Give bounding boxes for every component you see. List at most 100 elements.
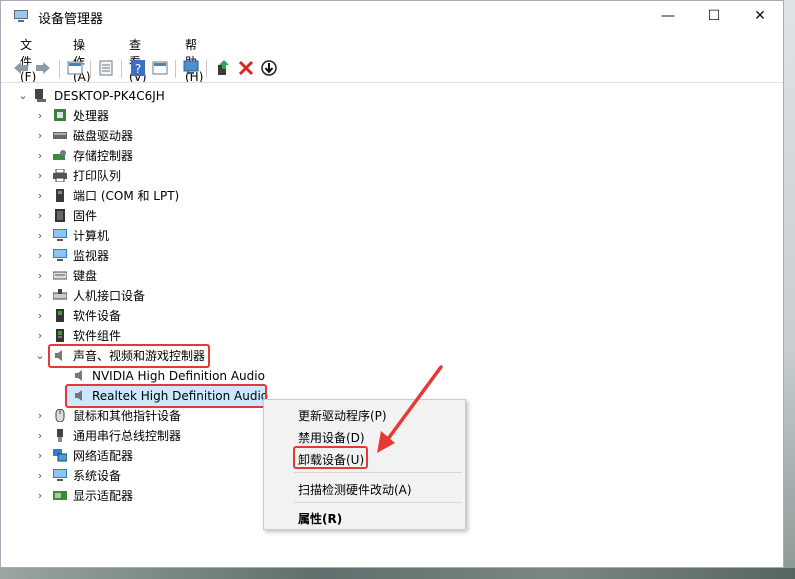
tree-item-label: 通用串行总线控制器 (73, 429, 182, 443)
storage-icon (53, 150, 66, 160)
desktop-background (784, 0, 795, 579)
close-button[interactable]: ✕ (737, 1, 783, 32)
tree-item[interactable]: › 存储控制器 (1, 146, 783, 166)
tree-item-label: 软件设备 (73, 309, 122, 323)
speaker-icon (75, 370, 82, 381)
tree-item[interactable]: › 打印队列 (1, 166, 783, 186)
menu-separator (294, 502, 462, 503)
update-driver-icon[interactable] (214, 59, 232, 77)
tree-item[interactable]: › 计算机 (1, 226, 783, 246)
toolbar: ? (1, 56, 783, 83)
highlight-box-audio-category (48, 344, 210, 368)
chevron-right-icon[interactable]: › (35, 266, 45, 286)
chevron-right-icon[interactable]: › (35, 186, 45, 206)
tree-child-label: NVIDIA High Definition Audio (92, 369, 265, 383)
highlight-box-uninstall (293, 446, 368, 469)
tree-item-label: 固件 (73, 209, 98, 223)
tree-item-label: 网络适配器 (73, 449, 134, 463)
firmware-icon (55, 209, 65, 222)
keyboard-icon (53, 271, 67, 280)
maximize-button[interactable]: ☐ (691, 1, 737, 32)
chevron-right-icon[interactable]: › (35, 286, 45, 306)
software-device-icon (56, 309, 64, 322)
computer-icon (35, 89, 46, 102)
menu-disable-device[interactable]: 禁用设备(D) (298, 429, 365, 446)
tree-item[interactable]: › 监视器 (1, 246, 783, 266)
device-manager-window: 设备管理器 — ☐ ✕ 文件(F) 操作(A) 查看(V) 帮助(H) ? ⌄ … (0, 0, 784, 568)
tree-item-label: 鼠标和其他指针设备 (73, 409, 182, 423)
tree-item[interactable]: › 软件设备 (1, 306, 783, 326)
menu-scan-hardware[interactable]: 扫描检测硬件改动(A) (298, 481, 412, 498)
chevron-right-icon[interactable]: › (35, 226, 45, 246)
system-icon (53, 469, 67, 481)
chevron-right-icon[interactable]: › (35, 106, 45, 126)
tree-item[interactable]: › 端口 (COM 和 LPT) (1, 186, 783, 206)
tree-item[interactable]: › 软件组件 (1, 326, 783, 346)
forward-icon[interactable] (34, 59, 52, 77)
highlight-box-realtek (65, 384, 267, 408)
chevron-right-icon[interactable]: › (35, 426, 45, 446)
computer-icon (53, 229, 67, 241)
chevron-right-icon[interactable]: › (35, 486, 45, 506)
chevron-right-icon[interactable]: › (35, 166, 45, 186)
title-bar: 设备管理器 — ☐ ✕ (1, 1, 783, 32)
chevron-right-icon[interactable]: › (35, 246, 45, 266)
minimize-button[interactable]: — (645, 1, 691, 32)
tree-item-label: 处理器 (73, 109, 110, 123)
cpu-icon (54, 109, 66, 121)
properties-icon[interactable] (66, 59, 84, 77)
chevron-right-icon[interactable]: › (35, 446, 45, 466)
tree-item[interactable]: › 固件 (1, 206, 783, 226)
chevron-right-icon[interactable]: › (35, 466, 45, 486)
chevron-right-icon[interactable]: › (35, 126, 45, 146)
port-icon (56, 189, 64, 202)
tree-item-label: 人机接口设备 (73, 289, 146, 303)
tree-item[interactable]: › 系统设备 (1, 466, 261, 486)
disk-icon (53, 132, 67, 139)
device-list-icon[interactable] (97, 59, 115, 77)
help-icon[interactable]: ? (129, 59, 147, 77)
back-icon[interactable] (12, 59, 30, 77)
desktop-background-strip (0, 568, 795, 579)
usb-icon (57, 429, 63, 442)
tree-item-label: 显示适配器 (73, 489, 134, 503)
tree-root[interactable]: ⌄ DESKTOP-PK4C6JH (1, 86, 783, 106)
chevron-down-icon[interactable]: ⌄ (35, 346, 45, 366)
tree-item[interactable]: › 磁盘驱动器 (1, 126, 783, 146)
chevron-right-icon[interactable]: › (35, 306, 45, 326)
tree-item[interactable]: › 人机接口设备 (1, 286, 783, 306)
chevron-right-icon[interactable]: › (35, 206, 45, 226)
tree-item-label: 存储控制器 (73, 149, 134, 163)
mouse-icon (55, 409, 65, 422)
svg-text:?: ? (135, 62, 141, 76)
printer-icon (53, 169, 67, 182)
monitor-icon[interactable] (182, 59, 200, 77)
tree-item[interactable]: › 网络适配器 (1, 446, 261, 466)
software-component-icon (56, 329, 64, 342)
tree-item-label: 监视器 (73, 249, 110, 263)
uninstall-icon[interactable] (237, 59, 255, 77)
tree-item[interactable]: › 鼠标和其他指针设备 (1, 406, 261, 426)
tree-item[interactable]: › 处理器 (1, 106, 783, 126)
tree-item[interactable]: › 通用串行总线控制器 (1, 426, 261, 446)
network-icon (53, 449, 67, 462)
menu-separator (294, 472, 462, 473)
window-title: 设备管理器 (38, 12, 104, 27)
chevron-down-icon[interactable]: ⌄ (18, 86, 28, 106)
chevron-right-icon[interactable]: › (35, 406, 45, 426)
tree-root-label: DESKTOP-PK4C6JH (54, 89, 165, 103)
tree-item-label: 端口 (COM 和 LPT) (73, 189, 180, 203)
chevron-right-icon[interactable]: › (35, 146, 45, 166)
tree-item[interactable]: › 显示适配器 (1, 486, 261, 506)
menu-properties[interactable]: 属性(R) (298, 510, 342, 527)
device-manager-icon (14, 10, 28, 22)
tree-item-label: 键盘 (73, 269, 98, 283)
enable-icon[interactable] (260, 59, 278, 77)
view-icon[interactable] (151, 59, 169, 77)
annotation-arrow-icon (377, 365, 443, 453)
tree-item[interactable]: › 键盘 (1, 266, 783, 286)
chevron-right-icon[interactable]: › (35, 326, 45, 346)
tree-item-label: 计算机 (73, 229, 110, 243)
tree-item-label: 打印队列 (73, 169, 122, 183)
tree-item-label: 系统设备 (73, 469, 122, 483)
